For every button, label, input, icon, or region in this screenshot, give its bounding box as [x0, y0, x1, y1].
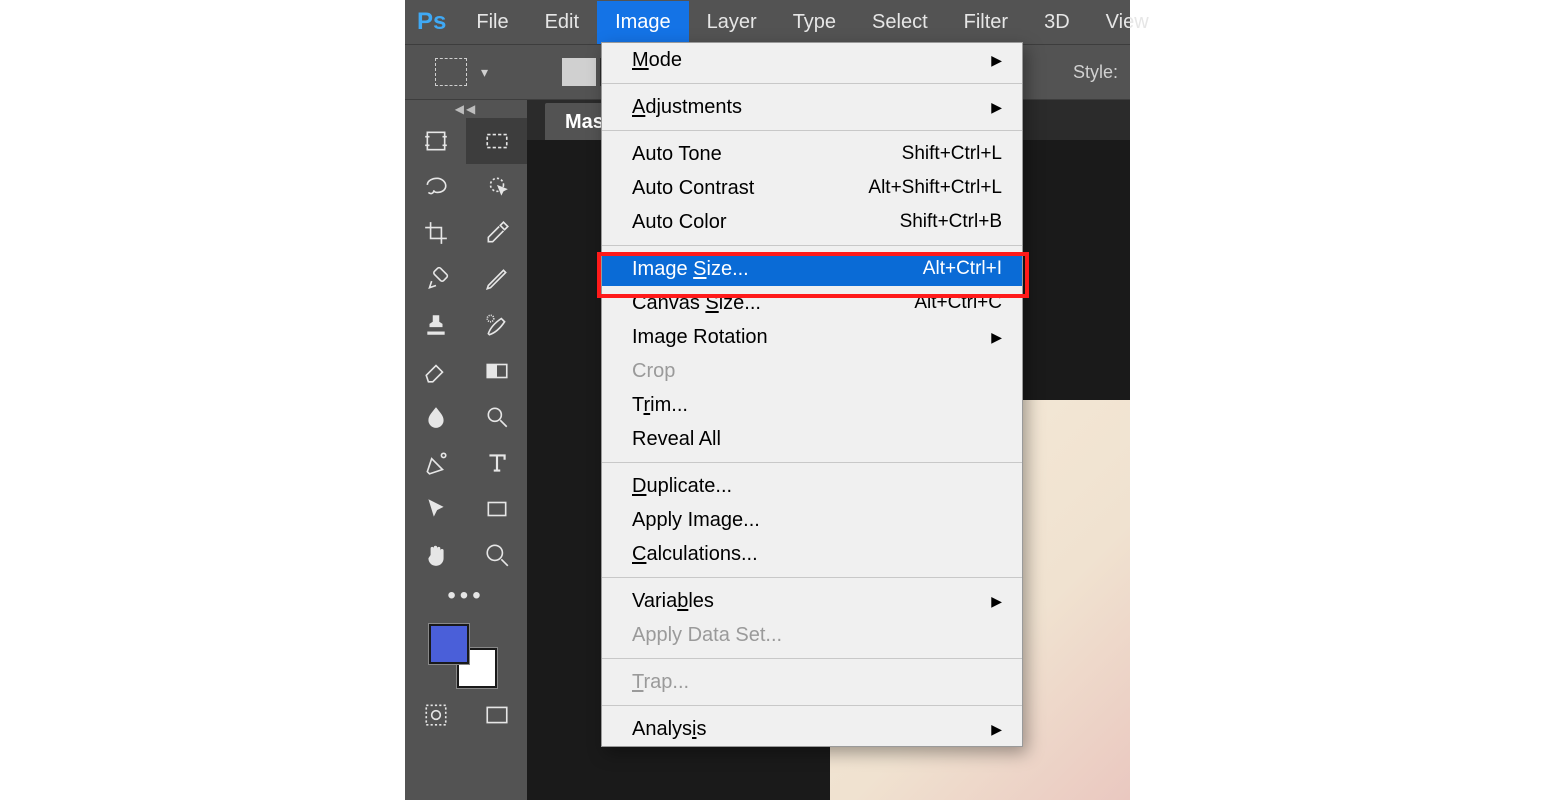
menu-item-label: Auto Tone — [632, 143, 722, 166]
menu-item-analysis[interactable]: Analysis ▶ — [602, 712, 1022, 746]
tool-eraser[interactable] — [405, 348, 466, 394]
photoshop-window: Ps File Edit Image Layer Type Select Fil… — [405, 0, 1130, 800]
menu-separator — [602, 83, 1022, 84]
selection-new-icon[interactable] — [562, 58, 596, 86]
tool-gradient[interactable] — [466, 348, 527, 394]
menu-item-image-rotation[interactable]: Image Rotation ▶ — [602, 320, 1022, 354]
menu-item-auto-color[interactable]: Auto Color Shift+Ctrl+B — [602, 205, 1022, 239]
menu-item-label: Apply Data Set... — [632, 624, 782, 647]
menu-separator — [602, 130, 1022, 131]
menu-item-label: Analysis — [632, 718, 706, 741]
menu-shortcut: Alt+Shift+Ctrl+L — [868, 177, 1002, 199]
menu-image[interactable]: Image — [597, 1, 689, 44]
submenu-arrow-icon: ▶ — [991, 52, 1002, 69]
menu-item-canvas-size[interactable]: Canvas Size... Alt+Ctrl+C — [602, 286, 1022, 320]
menu-type[interactable]: Type — [775, 1, 854, 44]
menu-item-apply-image[interactable]: Apply Image... — [602, 503, 1022, 537]
menu-filter[interactable]: Filter — [946, 1, 1026, 44]
tool-healing[interactable] — [405, 256, 466, 302]
quickmask-icon[interactable] — [405, 692, 466, 738]
submenu-arrow-icon: ▶ — [991, 721, 1002, 738]
menu-item-label: Variables — [632, 590, 714, 613]
menu-item-label: Reveal All — [632, 428, 721, 451]
tool-pen[interactable] — [405, 440, 466, 486]
tool-blur[interactable] — [405, 394, 466, 440]
menu-separator — [602, 577, 1022, 578]
toolbox-grip-icon[interactable]: ◀◀ — [405, 100, 527, 118]
screenmode-icon[interactable] — [466, 692, 527, 738]
menu-item-apply-data-set: Apply Data Set... — [602, 618, 1022, 652]
menubar: Ps File Edit Image Layer Type Select Fil… — [405, 0, 1130, 45]
menu-item-label: Trap... — [632, 671, 689, 694]
menu-file[interactable]: File — [458, 1, 526, 44]
image-menu-dropdown: Mode▶Adjustments▶Auto ToneShift+Ctrl+LAu… — [601, 42, 1023, 747]
menu-item-label: Auto Contrast — [632, 177, 754, 200]
tool-zoom[interactable] — [466, 532, 527, 578]
submenu-arrow-icon: ▶ — [991, 99, 1002, 116]
menu-item-adjustments[interactable]: Adjustments ▶ — [602, 90, 1022, 124]
menu-separator — [602, 705, 1022, 706]
ps-logo-icon: Ps — [417, 2, 446, 42]
menu-item-image-size[interactable]: Image Size... Alt+Ctrl+I — [602, 252, 1022, 286]
menu-item-label: Apply Image... — [632, 509, 760, 532]
menu-item-trim[interactable]: Trim... — [602, 388, 1022, 422]
tool-hand[interactable] — [405, 532, 466, 578]
color-swatches — [405, 614, 527, 692]
menu-separator — [602, 658, 1022, 659]
menu-view[interactable]: View — [1088, 1, 1167, 44]
menu-item-label: Trim... — [632, 394, 688, 417]
more-tools-icon[interactable]: ••• — [405, 578, 527, 614]
menu-item-label: Adjustments — [632, 96, 742, 119]
menu-item-label: Image Size... — [632, 258, 749, 281]
menu-item-mode[interactable]: Mode ▶ — [602, 43, 1022, 77]
menu-separator — [602, 462, 1022, 463]
chevron-down-icon[interactable]: ▾ — [481, 64, 488, 81]
menu-shortcut: Shift+Ctrl+L — [902, 143, 1002, 165]
tool-marquee[interactable] — [466, 118, 527, 164]
tool-pencil[interactable] — [466, 256, 527, 302]
tool-type[interactable] — [466, 440, 527, 486]
tool-crop[interactable] — [405, 210, 466, 256]
menu-item-crop: Crop — [602, 354, 1022, 388]
tool-path-select[interactable] — [405, 486, 466, 532]
menu-item-label: Crop — [632, 360, 675, 383]
menu-item-auto-contrast[interactable]: Auto Contrast Alt+Shift+Ctrl+L — [602, 171, 1022, 205]
menu-item-variables[interactable]: Variables ▶ — [602, 584, 1022, 618]
tool-rectangle[interactable] — [466, 486, 527, 532]
foreground-color[interactable] — [429, 624, 469, 664]
menu-item-reveal-all[interactable]: Reveal All — [602, 422, 1022, 456]
menu-item-label: Duplicate... — [632, 475, 732, 498]
style-label: Style: — [1073, 62, 1130, 83]
tool-lasso[interactable] — [405, 164, 466, 210]
menu-item-duplicate[interactable]: Duplicate... — [602, 469, 1022, 503]
tool-dodge[interactable] — [466, 394, 527, 440]
menu-3d[interactable]: 3D — [1026, 1, 1088, 44]
menu-layer[interactable]: Layer — [689, 1, 775, 44]
menu-item-label: Mode — [632, 49, 682, 72]
menu-item-label: Auto Color — [632, 211, 727, 234]
menu-select[interactable]: Select — [854, 1, 946, 44]
tool-stamp[interactable] — [405, 302, 466, 348]
menu-item-label: Canvas Size... — [632, 292, 761, 315]
tool-history-brush[interactable] — [466, 302, 527, 348]
tool-artboard[interactable] — [405, 118, 466, 164]
menu-item-calculations[interactable]: Calculations... — [602, 537, 1022, 571]
menu-item-auto-tone[interactable]: Auto Tone Shift+Ctrl+L — [602, 137, 1022, 171]
menu-shortcut: Alt+Ctrl+I — [923, 258, 1002, 280]
tool-preset-icon[interactable] — [435, 58, 467, 86]
tool-eyedropper[interactable] — [466, 210, 527, 256]
menu-item-label: Calculations... — [632, 543, 758, 566]
submenu-arrow-icon: ▶ — [991, 593, 1002, 610]
toolbox: ◀◀ ••• — [405, 100, 527, 800]
tool-quick-select[interactable] — [466, 164, 527, 210]
menu-shortcut: Shift+Ctrl+B — [900, 211, 1002, 233]
submenu-arrow-icon: ▶ — [991, 329, 1002, 346]
menu-item-trap: Trap... — [602, 665, 1022, 699]
menu-separator — [602, 245, 1022, 246]
menu-item-label: Image Rotation — [632, 326, 768, 349]
menu-edit[interactable]: Edit — [527, 1, 597, 44]
menu-shortcut: Alt+Ctrl+C — [914, 292, 1002, 314]
